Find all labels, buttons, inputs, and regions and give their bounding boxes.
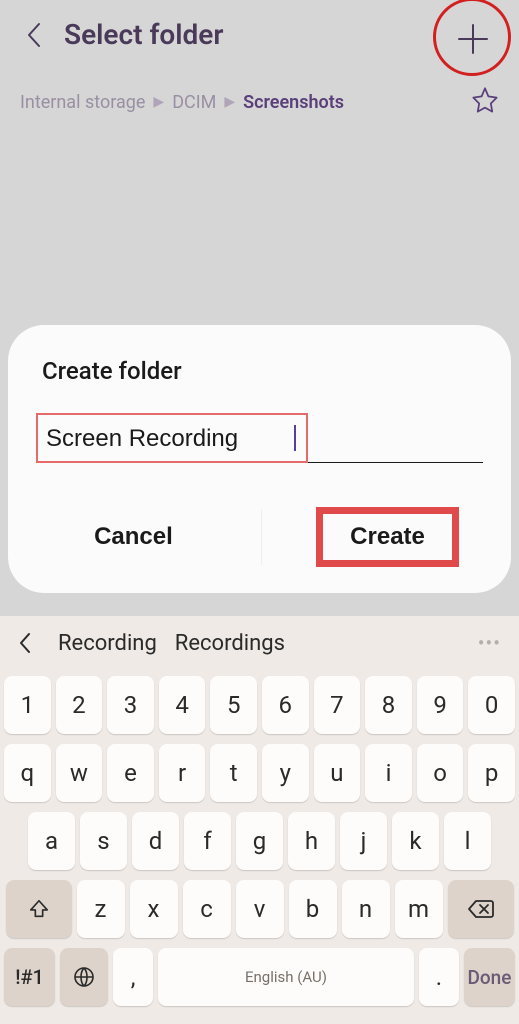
chevron-left-icon <box>18 632 32 654</box>
bottom-row: !#1 , English (AU) . Done <box>4 948 515 1006</box>
done-key[interactable]: Done <box>464 948 515 1006</box>
key-1[interactable]: 1 <box>4 676 51 734</box>
key-e[interactable]: e <box>107 744 154 802</box>
key-rows: 1 2 3 4 5 6 7 8 9 0 q w e r t y u i o p … <box>0 670 519 1024</box>
suggestion-word[interactable]: Recordings <box>175 631 285 656</box>
backspace-icon <box>467 899 495 919</box>
globe-icon <box>72 965 96 989</box>
letter-row-3: z x c v b n m <box>4 880 515 938</box>
folder-name-input[interactable] <box>38 415 306 461</box>
period-key[interactable]: . <box>419 948 459 1006</box>
dialog-buttons: Cancel Create <box>36 499 483 565</box>
back-button[interactable] <box>18 19 50 51</box>
chevron-right-icon: ▶ <box>153 94 164 110</box>
chevron-right-icon: ▶ <box>224 94 235 110</box>
key-c[interactable]: c <box>183 880 231 938</box>
annotation-input-highlight <box>36 413 308 463</box>
key-0[interactable]: 0 <box>468 676 515 734</box>
key-l[interactable]: l <box>444 812 491 870</box>
key-8[interactable]: 8 <box>365 676 412 734</box>
breadcrumb-item-current[interactable]: Screenshots <box>243 92 344 113</box>
key-r[interactable]: r <box>159 744 206 802</box>
key-h[interactable]: h <box>288 812 335 870</box>
key-s[interactable]: s <box>80 812 127 870</box>
page-title: Select folder <box>64 18 223 51</box>
key-w[interactable]: w <box>56 744 103 802</box>
key-7[interactable]: 7 <box>314 676 361 734</box>
comma-key[interactable]: , <box>113 948 153 1006</box>
key-z[interactable]: z <box>77 880 125 938</box>
header: Select folder <box>0 0 519 61</box>
key-a[interactable]: a <box>28 812 75 870</box>
key-6[interactable]: 6 <box>262 676 309 734</box>
keyboard: Recording Recordings ••• 1 2 3 4 5 6 7 8… <box>0 616 519 1024</box>
breadcrumb-item[interactable]: DCIM <box>172 92 216 113</box>
cancel-button[interactable]: Cancel <box>66 509 201 565</box>
space-key[interactable]: English (AU) <box>158 948 414 1006</box>
add-folder-button[interactable] <box>452 18 494 60</box>
key-4[interactable]: 4 <box>159 676 206 734</box>
key-x[interactable]: x <box>130 880 178 938</box>
suggestion-back-button[interactable] <box>10 628 40 658</box>
letter-row-1: q w e r t y u i o p <box>4 744 515 802</box>
key-2[interactable]: 2 <box>56 676 103 734</box>
key-d[interactable]: d <box>132 812 179 870</box>
key-n[interactable]: n <box>342 880 390 938</box>
dialog-title: Create folder <box>42 357 483 385</box>
key-i[interactable]: i <box>365 744 412 802</box>
breadcrumb-item[interactable]: Internal storage <box>20 92 145 113</box>
divider <box>261 509 262 565</box>
star-icon <box>471 86 499 114</box>
letter-row-2: a s d f g h j k l <box>4 812 515 870</box>
create-button[interactable]: Create <box>322 509 453 565</box>
plus-icon <box>455 21 491 57</box>
key-v[interactable]: v <box>236 880 284 938</box>
breadcrumb: Internal storage ▶ DCIM ▶ Screenshots <box>0 61 519 128</box>
key-q[interactable]: q <box>4 744 51 802</box>
key-u[interactable]: u <box>314 744 361 802</box>
key-9[interactable]: 9 <box>417 676 464 734</box>
suggestion-word[interactable]: Recording <box>58 631 157 656</box>
key-b[interactable]: b <box>289 880 337 938</box>
key-t[interactable]: t <box>210 744 257 802</box>
shift-key[interactable] <box>6 880 72 938</box>
key-k[interactable]: k <box>392 812 439 870</box>
key-5[interactable]: 5 <box>210 676 257 734</box>
suggestion-bar: Recording Recordings ••• <box>0 616 519 670</box>
key-g[interactable]: g <box>236 812 283 870</box>
shift-icon <box>28 898 50 920</box>
language-key[interactable] <box>60 948 108 1006</box>
key-p[interactable]: p <box>468 744 515 802</box>
key-m[interactable]: m <box>395 880 443 938</box>
backspace-key[interactable] <box>448 880 514 938</box>
chevron-left-icon <box>26 22 42 48</box>
number-row: 1 2 3 4 5 6 7 8 9 0 <box>4 676 515 734</box>
key-f[interactable]: f <box>184 812 231 870</box>
key-3[interactable]: 3 <box>107 676 154 734</box>
suggestion-more-button[interactable]: ••• <box>478 631 509 655</box>
create-folder-dialog: Create folder Cancel Create <box>8 325 511 593</box>
symbols-key[interactable]: !#1 <box>4 948 55 1006</box>
text-cursor <box>294 425 296 451</box>
key-o[interactable]: o <box>417 744 464 802</box>
key-j[interactable]: j <box>340 812 387 870</box>
key-y[interactable]: y <box>262 744 309 802</box>
favorite-button[interactable] <box>471 86 499 118</box>
